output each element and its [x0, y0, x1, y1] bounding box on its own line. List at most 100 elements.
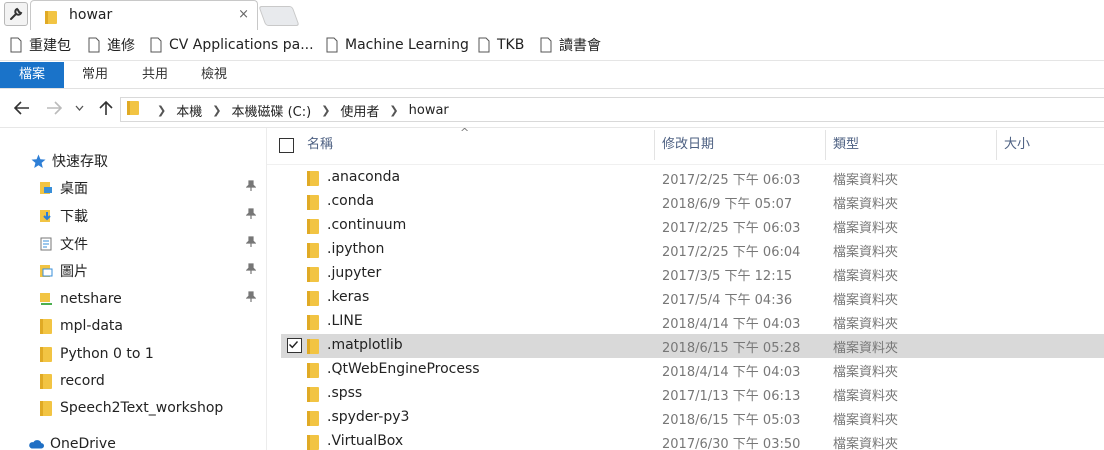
address-bar[interactable]: ❯ 本機 ❯ 本機磁碟 (C:) ❯ 使用者 ❯ howar [120, 97, 1104, 122]
sidebar-item-speech2text-workshop[interactable]: Speech2Text_workshop [0, 395, 266, 421]
wrench-icon[interactable] [4, 2, 28, 26]
file-name: .LINE [327, 313, 363, 329]
file-type: 檔案資料夾 [833, 173, 899, 188]
table-row[interactable]: .conda 2018/6/9 下午 05:07 檔案資料夾 [281, 190, 1104, 214]
column-header-date[interactable]: 修改日期 [662, 128, 822, 164]
sidebar-item-mpl-data[interactable]: mpl-data [0, 313, 266, 339]
file-name: .VirtualBox [327, 433, 404, 449]
tab-share[interactable]: 共用 [126, 62, 184, 88]
breadcrumb-item[interactable]: howar [409, 103, 449, 118]
desktop-icon [38, 180, 54, 196]
file-name: .spyder-py3 [327, 409, 410, 425]
file-modified-date: 2017/6/30 下午 03:50 [662, 437, 801, 450]
arrow-left-icon [14, 101, 29, 115]
bookmark-item[interactable]: TKB [478, 36, 524, 54]
file-modified-date: 2017/1/13 下午 06:13 [662, 389, 801, 404]
file-name: .anaconda [327, 169, 401, 185]
table-row[interactable]: .QtWebEngineProcess 2018/4/14 下午 04:03 檔案資… [281, 358, 1104, 382]
file-modified-date: 2018/4/14 下午 04:03 [662, 317, 801, 332]
sidebar-item-label: OneDrive [50, 436, 116, 450]
folder-icon [307, 219, 319, 238]
back-button[interactable] [12, 98, 32, 118]
column-header-size[interactable]: 大小 [1004, 128, 1094, 164]
sidebar-item-record[interactable]: record [0, 368, 266, 394]
pin-icon[interactable] [245, 263, 257, 279]
page-icon [150, 37, 162, 53]
folder-icon [307, 267, 319, 286]
table-row[interactable]: .keras 2017/5/4 下午 04:36 檔案資料夾 [281, 286, 1104, 310]
up-button[interactable] [96, 98, 116, 118]
row-checkbox[interactable] [287, 338, 302, 353]
chevron-right-icon[interactable]: ❯ [212, 104, 221, 117]
chevron-right-icon: ❯ [157, 103, 167, 117]
breadcrumb-item[interactable]: 使用者 [340, 101, 379, 120]
select-all-checkbox[interactable] [279, 138, 294, 153]
pin-icon[interactable] [245, 236, 257, 252]
table-row[interactable]: .jupyter 2017/3/5 下午 12:15 檔案資料夾 [281, 262, 1104, 286]
page-icon [10, 37, 22, 53]
network-folder-icon [38, 291, 54, 307]
page-icon [478, 37, 490, 53]
sidebar-item-python-0-to-1[interactable]: Python 0 to 1 [0, 341, 266, 367]
sidebar-item-desktop[interactable]: 桌面 [0, 175, 266, 201]
bookmark-item[interactable]: Machine Learning [326, 36, 469, 54]
column-header-type[interactable]: 類型 [833, 128, 993, 164]
bookmark-label: Machine Learning [345, 37, 469, 53]
bookmark-item[interactable]: 讀書會 [540, 36, 601, 54]
new-tab-button[interactable] [258, 6, 300, 26]
sidebar-item-pictures[interactable]: 圖片 [0, 258, 266, 284]
folder-icon [307, 315, 319, 334]
sidebar-item-documents[interactable]: 文件 [0, 231, 266, 257]
tab-title: howar [69, 7, 113, 23]
sidebar-item-quick-access[interactable]: 快速存取 [0, 148, 266, 174]
forward-button[interactable] [44, 98, 64, 118]
tab-view[interactable]: 檢視 [184, 62, 244, 88]
sidebar-item-onedrive[interactable]: OneDrive [0, 431, 266, 450]
column-divider[interactable] [996, 130, 997, 160]
table-row[interactable]: .continuum 2017/2/25 下午 06:03 檔案資料夾 [281, 214, 1104, 238]
file-type: 檔案資料夾 [833, 245, 899, 260]
column-divider[interactable] [654, 130, 655, 160]
bookmark-item[interactable]: CV Applications pa... [150, 36, 314, 54]
pin-icon[interactable] [245, 291, 257, 307]
table-row[interactable]: .matplotlib 2018/6/15 下午 05:28 檔案資料夾 [281, 334, 1104, 358]
folder-icon [45, 9, 57, 28]
file-type: 檔案資料夾 [833, 341, 899, 356]
file-type: 檔案資料夾 [833, 221, 899, 236]
browser-tab[interactable]: howar × [30, 0, 258, 31]
tab-home[interactable]: 常用 [64, 62, 126, 88]
table-row[interactable]: .ipython 2017/2/25 下午 06:04 檔案資料夾 [281, 238, 1104, 262]
table-row[interactable]: .anaconda 2017/2/25 下午 06:03 檔案資料夾 [281, 166, 1104, 190]
table-row[interactable]: .LINE 2018/4/14 下午 04:03 檔案資料夾 [281, 310, 1104, 334]
chevron-right-icon[interactable]: ❯ [389, 104, 398, 117]
file-modified-date: 2018/6/15 下午 05:03 [662, 413, 801, 428]
file-name: .ipython [327, 241, 385, 257]
file-modified-date: 2018/4/14 下午 04:03 [662, 365, 801, 380]
folder-icon [307, 195, 319, 214]
file-list: ^ 名稱 修改日期 類型 大小 .anaconda 2017/2/25 下午 06… [267, 128, 1104, 450]
folder-icon [307, 387, 319, 406]
table-row[interactable]: .spss 2017/1/13 下午 06:13 檔案資料夾 [281, 382, 1104, 406]
sidebar-item-netshare[interactable]: netshare [0, 286, 266, 312]
sidebar-item-downloads[interactable]: 下載 [0, 203, 266, 229]
file-name: .continuum [327, 217, 407, 233]
cloud-icon [28, 436, 44, 450]
close-icon[interactable]: × [238, 7, 249, 22]
sidebar-item-label: record [60, 373, 105, 389]
tab-file[interactable]: 檔案 [0, 62, 64, 88]
recent-locations-button[interactable] [72, 98, 86, 118]
column-divider[interactable] [825, 130, 826, 160]
table-row[interactable]: .VirtualBox 2017/6/30 下午 03:50 檔案資料夾 [281, 430, 1104, 450]
bookmark-item[interactable]: 進修 [88, 36, 135, 54]
column-header-name[interactable]: 名稱 [307, 128, 647, 164]
breadcrumb-item[interactable]: 本機 [176, 101, 202, 120]
pin-icon[interactable] [245, 208, 257, 224]
pin-icon[interactable] [245, 180, 257, 196]
bookmark-item[interactable]: 重建包 [10, 36, 71, 54]
breadcrumb-item[interactable]: 本機磁碟 (C:) [231, 101, 311, 120]
arrow-right-icon [47, 101, 62, 115]
folder-icon [307, 171, 319, 190]
table-row[interactable]: .spyder-py3 2018/6/15 下午 05:03 檔案資料夾 [281, 406, 1104, 430]
bookmark-label: CV Applications pa... [169, 37, 314, 53]
chevron-right-icon[interactable]: ❯ [321, 104, 330, 117]
